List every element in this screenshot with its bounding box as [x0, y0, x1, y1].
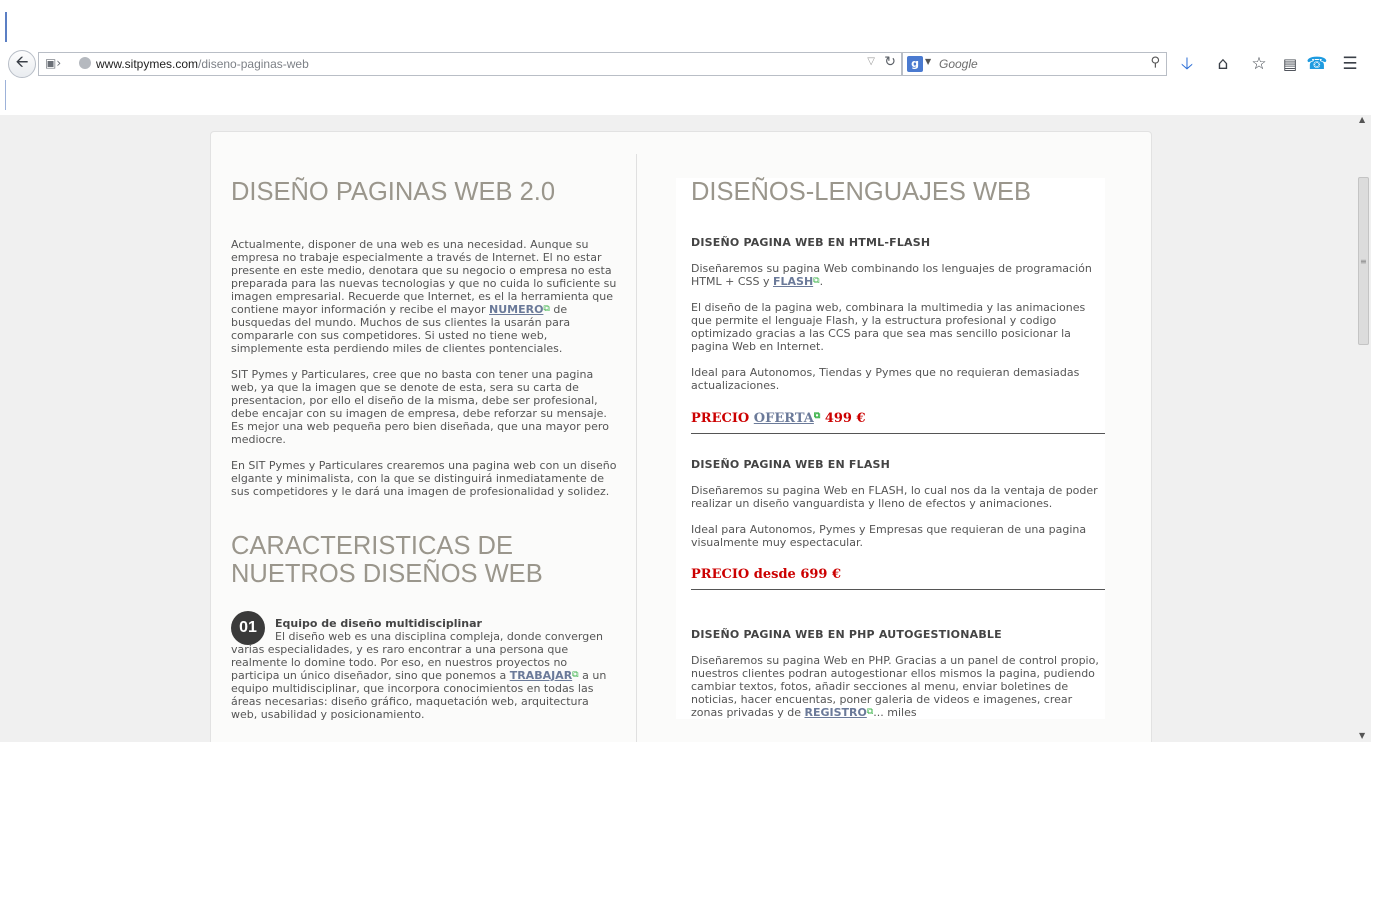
- left-column: DISEÑO PAGINAS WEB 2.0 Actualmente, disp…: [231, 178, 617, 721]
- price-html-flash: PRECIO OFERTA⧉ 499 €: [691, 411, 866, 426]
- scroll-up-icon[interactable]: ▲: [1359, 115, 1365, 124]
- reading-list-icon[interactable]: ▤: [1278, 53, 1302, 75]
- flash-ideal: Ideal para Autonomos, Pymes y Empresas q…: [691, 523, 1087, 549]
- section-heading-html-flash: DISEÑO PAGINA WEB EN HTML-FLASH: [691, 236, 931, 249]
- text-caret-secondary: [5, 80, 6, 110]
- search-icon[interactable]: ⚲: [1150, 55, 1160, 70]
- section-divider: [691, 433, 1105, 434]
- right-column: DISEÑOS-LENGUAJES WEB DISEÑO PAGINA WEB …: [676, 178, 1105, 719]
- back-arrow-icon[interactable]: 🡨: [8, 50, 36, 78]
- skype-icon[interactable]: ☎: [1305, 53, 1329, 75]
- section-title: CARACTERISTICAS DE NUETROS DISEÑOS WEB: [231, 532, 543, 588]
- search-placeholder[interactable]: Google: [939, 57, 978, 71]
- php-description: Diseñaremos su pagina Web en PHP. Gracia…: [691, 654, 1099, 719]
- download-icon[interactable]: 🡣: [1175, 53, 1199, 75]
- home-icon[interactable]: ⌂: [1211, 53, 1235, 75]
- html-flash-description: El diseño de la pagina web, combinara la…: [691, 301, 1086, 353]
- paragraph-3: En SIT Pymes y Particulares crearemos un…: [231, 459, 617, 498]
- url-bar[interactable]: ▣› www.sitpymes.com/diseno-paginas-web ▽…: [38, 52, 902, 76]
- search-engine-dropdown-icon[interactable]: ▼: [925, 57, 931, 66]
- scroll-down-icon[interactable]: ▼: [1359, 731, 1365, 740]
- bookmark-star-icon[interactable]: ☆: [1247, 53, 1271, 75]
- numero-link[interactable]: NUMERO: [489, 303, 543, 316]
- flash-link[interactable]: FLASH: [773, 275, 813, 288]
- feature-item: 01 Equipo de diseño multidisciplinar El d…: [231, 611, 617, 721]
- intro-paragraph: Actualmente, disponer de una web es una …: [231, 238, 617, 355]
- search-engine-icon[interactable]: g: [907, 56, 923, 72]
- text-caret: [5, 12, 7, 42]
- site-identity-icon[interactable]: [79, 57, 91, 69]
- content-card: DISEÑO PAGINAS WEB 2.0 Actualmente, disp…: [210, 131, 1152, 742]
- tab-groups-icon[interactable]: ▣›: [45, 56, 61, 70]
- registro-link[interactable]: REGISTRO: [804, 706, 866, 719]
- paragraph-2: SIT Pymes y Particulares, cree que no ba…: [231, 368, 609, 446]
- section-heading-php: DISEÑO PAGINA WEB EN PHP AUTOGESTIONABLE: [691, 628, 1002, 641]
- oferta-link[interactable]: OFERTA: [754, 411, 814, 426]
- url-dropdown-icon[interactable]: ▽: [867, 56, 875, 67]
- page-viewport: DISEÑO PAGINAS WEB 2.0 Actualmente, disp…: [0, 115, 1356, 742]
- page-title: DISEÑO PAGINAS WEB 2.0: [231, 178, 556, 206]
- flash-description: Diseñaremos su pagina Web en FLASH, lo c…: [691, 484, 1098, 510]
- section-divider: [691, 589, 1105, 590]
- feature-text: Equipo de diseño multidisciplinar El dise…: [231, 617, 607, 721]
- hamburger-menu-icon[interactable]: ☰: [1338, 53, 1362, 75]
- section-heading-flash: DISEÑO PAGINA WEB EN FLASH: [691, 458, 891, 471]
- column-divider: [636, 154, 637, 742]
- feature-number-badge: 01: [231, 611, 265, 645]
- browser-toolbar: 🡨 ▣› www.sitpymes.com/diseno-paginas-web…: [8, 48, 1371, 80]
- vertical-scrollbar[interactable]: ▲ ≡ ▼: [1356, 115, 1371, 742]
- html-flash-intro: Diseñaremos su pagina Web combinando los…: [691, 262, 1092, 288]
- url-text[interactable]: www.sitpymes.com/diseno-paginas-web: [96, 57, 309, 71]
- search-bar[interactable]: g ▼ Google ⚲: [902, 52, 1167, 76]
- trabajar-link[interactable]: TRABAJAR: [510, 669, 572, 682]
- scrollbar-grip-icon: ≡: [1360, 257, 1367, 266]
- html-flash-ideal: Ideal para Autonomos, Tiendas y Pymes qu…: [691, 366, 1080, 392]
- right-title: DISEÑOS-LENGUAJES WEB: [691, 178, 1032, 206]
- reload-icon[interactable]: ↻: [884, 54, 896, 70]
- price-flash: PRECIO desde 699 €: [691, 567, 842, 582]
